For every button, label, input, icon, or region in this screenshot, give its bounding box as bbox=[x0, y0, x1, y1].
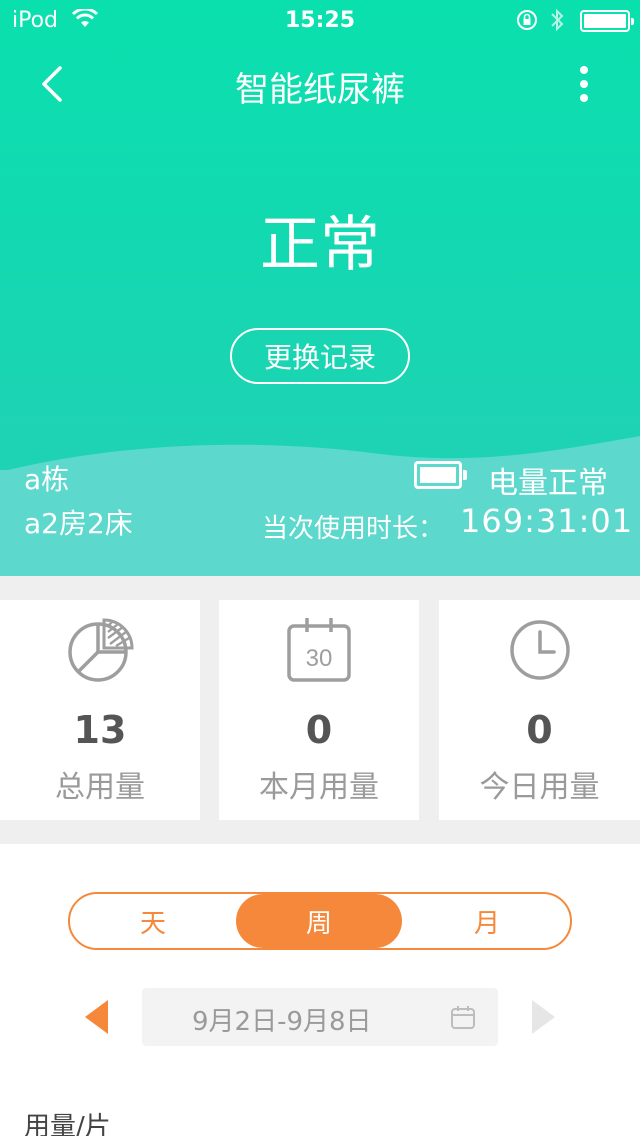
stat-label: 今日用量 bbox=[479, 770, 600, 805]
orientation-lock-icon bbox=[516, 9, 540, 37]
calendar-30-icon: 30 bbox=[219, 616, 419, 684]
clock-icon bbox=[439, 616, 640, 684]
usage-duration-value: 169:31:01 bbox=[460, 502, 634, 540]
change-record-button[interactable]: 更换记录 bbox=[230, 328, 410, 384]
usage-stats: 13 总用量 30 0 本月用量 0 今日用量 bbox=[0, 576, 640, 844]
page-title: 智能纸尿裤 bbox=[235, 70, 405, 110]
pie-chart-icon bbox=[0, 616, 200, 684]
stat-card-today: 0 今日用量 bbox=[439, 600, 640, 820]
hero-header: iPod 15:25 智能纸尿裤 正常 更换记录 a栋 a2房2床 电量正常 当… bbox=[0, 0, 640, 576]
stat-label: 本月用量 bbox=[259, 770, 379, 805]
tab-month[interactable]: 月 bbox=[404, 894, 570, 948]
tab-week[interactable]: 周 bbox=[236, 894, 402, 948]
calendar-icon bbox=[450, 1004, 476, 1030]
stat-label: 总用量 bbox=[55, 770, 145, 805]
status-bar: iPod 15:25 bbox=[0, 0, 640, 40]
date-range-picker[interactable]: 9月2日-9月8日 bbox=[142, 988, 498, 1046]
date-range-text: 9月2日-9月8日 bbox=[192, 1007, 372, 1037]
previous-period-button[interactable] bbox=[82, 998, 112, 1036]
calendar-day-text: 30 bbox=[306, 645, 333, 672]
triangle-left-icon bbox=[85, 1000, 108, 1034]
room-bed-label: a2房2床 bbox=[24, 507, 133, 540]
chart-y-axis-label: 用量/片 bbox=[24, 1112, 111, 1136]
next-period-button[interactable] bbox=[528, 998, 558, 1036]
stat-value: 0 bbox=[526, 708, 553, 752]
usage-duration-label: 当次使用时长： bbox=[262, 514, 445, 544]
stat-value: 0 bbox=[305, 708, 333, 752]
stat-card-month: 30 0 本月用量 bbox=[219, 600, 419, 820]
more-vertical-icon bbox=[570, 66, 598, 102]
tab-day[interactable]: 天 bbox=[70, 894, 236, 948]
building-label: a栋 bbox=[24, 463, 70, 496]
stat-card-total: 13 总用量 bbox=[0, 600, 200, 820]
bluetooth-icon bbox=[550, 8, 564, 38]
diaper-status: 正常 bbox=[260, 210, 380, 280]
period-segmented-control: 天 周 月 bbox=[68, 892, 572, 950]
battery-icon bbox=[414, 461, 467, 489]
battery-status: 电量正常 bbox=[488, 466, 608, 501]
device-battery-icon bbox=[580, 10, 634, 32]
triangle-right-icon bbox=[532, 1000, 555, 1034]
stat-value: 13 bbox=[73, 708, 127, 752]
clock-time: 15:25 bbox=[284, 8, 356, 33]
more-menu-button[interactable] bbox=[570, 62, 598, 106]
